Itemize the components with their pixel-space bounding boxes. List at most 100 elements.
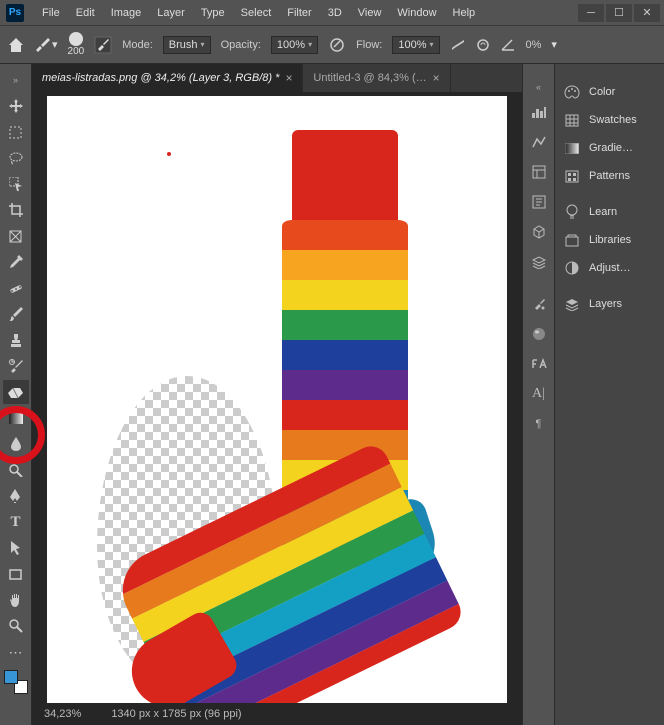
eyedropper-tool[interactable] — [3, 250, 29, 274]
zoom-tool[interactable] — [3, 614, 29, 638]
main-area: » T ⋯ meias-listradas.png @ 34,2% (L — [0, 64, 664, 725]
sock-image — [122, 126, 462, 703]
shape-tool[interactable] — [3, 562, 29, 586]
foreground-color-swatch[interactable] — [4, 670, 18, 684]
airbrush-icon[interactable] — [450, 38, 466, 52]
paragraph-icon[interactable]: ¶ — [529, 414, 549, 434]
actions-icon[interactable] — [529, 294, 549, 314]
panel-patterns[interactable]: Patterns — [555, 162, 664, 190]
sphere-icon[interactable] — [529, 324, 549, 344]
gradient-icon — [563, 140, 581, 156]
tab-inactive[interactable]: Untitled-3 @ 84,3% (… × — [303, 64, 450, 92]
close-icon[interactable]: × — [285, 71, 292, 85]
brush-preview[interactable]: 200 — [68, 32, 85, 57]
menu-view[interactable]: View — [350, 3, 390, 23]
menu-layer[interactable]: Layer — [149, 3, 193, 23]
eraser-tool[interactable] — [3, 380, 29, 404]
left-toolbar: » T ⋯ — [0, 64, 32, 725]
menu-window[interactable]: Window — [389, 3, 444, 23]
minimize-button[interactable]: ─ — [578, 4, 604, 22]
options-bar: ▾ 200 Mode: Brush▾ Opacity: 100%▾ Flow: … — [0, 26, 664, 64]
gradient-tool[interactable] — [3, 406, 29, 430]
extra-pct: 0% — [526, 39, 542, 51]
maximize-button[interactable]: ☐ — [606, 4, 632, 22]
frame-tool[interactable] — [3, 224, 29, 248]
history-brush-tool[interactable] — [3, 354, 29, 378]
3d-icon[interactable] — [529, 222, 549, 242]
smoothing-icon[interactable] — [476, 38, 490, 52]
menu-type[interactable]: Type — [193, 3, 233, 23]
brush-tool[interactable] — [3, 302, 29, 326]
type-tool[interactable]: T — [3, 510, 29, 534]
doc-dimensions: 1340 px x 1785 px (96 ppi) — [111, 708, 241, 720]
window-controls: ─ ☐ ✕ — [578, 4, 660, 22]
path-select-tool[interactable] — [3, 536, 29, 560]
flow-label: Flow: — [356, 39, 382, 51]
mode-label: Mode: — [122, 39, 153, 51]
zoom-value[interactable]: 34,23% — [44, 708, 81, 720]
angle-icon[interactable] — [500, 38, 516, 52]
histogram-icon[interactable] — [529, 102, 549, 122]
right-panels: Color Swatches Gradie… Patterns Learn Li… — [554, 64, 664, 725]
layers-icon — [563, 296, 581, 312]
menu-select[interactable]: Select — [233, 3, 280, 23]
menu-edit[interactable]: Edit — [68, 3, 103, 23]
canvas[interactable] — [47, 96, 507, 703]
adjust-icon — [563, 260, 581, 276]
stamp-tool[interactable] — [3, 328, 29, 352]
bulb-icon — [563, 204, 581, 220]
brush-size-value: 200 — [68, 46, 85, 57]
collapse-rail[interactable]: « — [536, 82, 541, 92]
status-bar: 34,23% 1340 px x 1785 px (96 ppi) — [32, 703, 522, 725]
dodge-tool[interactable] — [3, 458, 29, 482]
libraries-icon — [563, 232, 581, 248]
move-tool[interactable] — [3, 94, 29, 118]
blur-tool[interactable] — [3, 432, 29, 456]
tab-active[interactable]: meias-listradas.png @ 34,2% (Layer 3, RG… — [32, 64, 303, 92]
document-area: meias-listradas.png @ 34,2% (Layer 3, RG… — [32, 64, 522, 725]
crop-tool[interactable] — [3, 198, 29, 222]
brush-panel-toggle[interactable] — [94, 36, 112, 54]
flow-dropdown[interactable]: 100%▾ — [392, 36, 439, 54]
menu-file[interactable]: File — [34, 3, 68, 23]
canvas-viewport[interactable] — [32, 92, 522, 703]
character-icon[interactable] — [529, 192, 549, 212]
home-icon[interactable] — [8, 38, 24, 52]
healing-tool[interactable] — [3, 276, 29, 300]
panel-learn[interactable]: Learn — [555, 198, 664, 226]
marquee-tool[interactable] — [3, 120, 29, 144]
menu-filter[interactable]: Filter — [279, 3, 319, 23]
opacity-label: Opacity: — [221, 39, 261, 51]
pen-tool[interactable] — [3, 484, 29, 508]
panel-gradients[interactable]: Gradie… — [555, 134, 664, 162]
menu-image[interactable]: Image — [103, 3, 150, 23]
pressure-opacity-icon[interactable] — [328, 37, 346, 53]
panel-color[interactable]: Color — [555, 78, 664, 106]
panel-layers[interactable]: Layers — [555, 290, 664, 318]
panel-libraries[interactable]: Libraries — [555, 226, 664, 254]
right-icon-rail: « A| ¶ — [522, 64, 554, 725]
navigator-icon[interactable] — [529, 132, 549, 152]
layers-panel-icon[interactable] — [529, 252, 549, 272]
lasso-tool[interactable] — [3, 146, 29, 170]
menu-help[interactable]: Help — [445, 3, 484, 23]
brush-dot-icon — [69, 32, 83, 46]
color-swatches[interactable] — [4, 670, 28, 694]
close-icon[interactable]: × — [433, 71, 440, 85]
type-panel-icon[interactable]: A| — [529, 384, 549, 404]
properties-icon[interactable] — [529, 162, 549, 182]
hand-tool[interactable] — [3, 588, 29, 612]
app-logo: Ps — [6, 4, 24, 22]
glyphs-icon[interactable] — [529, 354, 549, 374]
expand-toolbar[interactable]: » — [3, 68, 29, 92]
panel-swatches[interactable]: Swatches — [555, 106, 664, 134]
mode-dropdown[interactable]: Brush▾ — [163, 36, 211, 54]
quick-select-tool[interactable] — [3, 172, 29, 196]
palette-icon — [563, 84, 581, 100]
menu-3d[interactable]: 3D — [320, 3, 350, 23]
tool-preset-icon[interactable]: ▾ — [34, 38, 58, 52]
opacity-dropdown[interactable]: 100%▾ — [271, 36, 318, 54]
panel-adjustments[interactable]: Adjust… — [555, 254, 664, 282]
edit-toolbar[interactable]: ⋯ — [3, 640, 29, 664]
close-button[interactable]: ✕ — [634, 4, 660, 22]
